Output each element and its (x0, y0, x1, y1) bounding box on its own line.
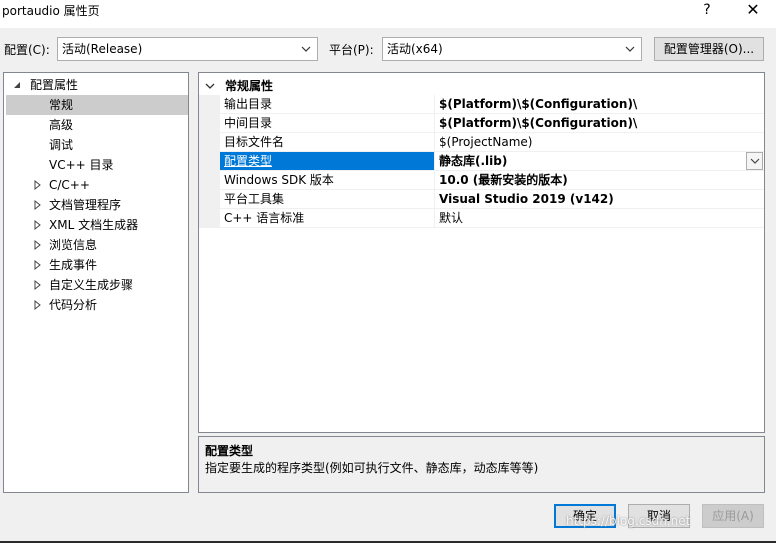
description-panel: 配置类型 指定要生成的程序类型(例如可执行文件、静态库，动态库等等) (198, 436, 765, 493)
tree-item-browse-info[interactable]: 浏览信息 (6, 235, 188, 255)
divider (434, 209, 435, 228)
property-value[interactable]: Visual Studio 2019 (v142) (439, 190, 739, 208)
property-tree: 配置属性 常规 高级 调试 VC++ 目录 C/C++ 文档管理程序 XML 文… (3, 72, 189, 493)
config-dropdown-value: 活动(Release) (62, 42, 143, 56)
tree-item-config-properties[interactable]: 配置属性 (6, 75, 188, 95)
chevron-down-icon (750, 158, 759, 164)
tree-item-label: 代码分析 (49, 298, 98, 312)
tree-item-build-events[interactable]: 生成事件 (6, 255, 188, 275)
tree-item-label: 配置属性 (30, 78, 79, 92)
property-value[interactable]: 静态库(.lib) (439, 152, 739, 170)
property-name: 配置类型 (224, 154, 273, 168)
property-row-windows-sdk[interactable]: Windows SDK 版本 10.0 (最新安装的版本) (220, 171, 764, 190)
tree-item-label: 浏览信息 (49, 238, 98, 252)
property-row-output-dir[interactable]: 输出目录 $(Platform)\$(Configuration)\ (220, 95, 764, 114)
tree-item-xml-doc-generator[interactable]: XML 文档生成器 (6, 215, 188, 235)
description-title: 配置类型 (205, 444, 254, 458)
config-dropdown[interactable]: 活动(Release) (57, 37, 318, 61)
property-name: 输出目录 (224, 97, 273, 111)
triangle-right-icon[interactable] (34, 295, 44, 323)
close-button[interactable]: ✕ (730, 0, 776, 22)
property-name: 中间目录 (224, 116, 273, 130)
tree-item-debugging[interactable]: 调试 (6, 135, 188, 155)
property-name: 平台工具集 (224, 192, 285, 206)
watermark: https://blog.csdn.net (566, 514, 691, 528)
property-name: Windows SDK 版本 (224, 173, 334, 187)
property-row-cpp-standard[interactable]: C++ 语言标准 默认 (220, 209, 764, 228)
property-name: C++ 语言标准 (224, 211, 305, 225)
property-value[interactable]: 默认 (439, 209, 739, 227)
grid-gutter (199, 95, 220, 228)
description-text: 指定要生成的程序类型(例如可执行文件、静态库，动态库等等) (205, 461, 539, 475)
apply-button[interactable]: 应用(A) (702, 504, 764, 528)
property-dropdown-button[interactable] (746, 152, 763, 170)
tree-item-custom-build-step[interactable]: 自定义生成步骤 (6, 275, 188, 295)
property-row-configuration-type[interactable]: 配置类型 静态库(.lib) (220, 152, 764, 171)
property-value[interactable]: 10.0 (最新安装的版本) (439, 171, 739, 189)
tree-item-label: 高级 (49, 118, 74, 132)
config-label: 配置(C): (4, 43, 50, 57)
divider (434, 190, 435, 209)
divider (434, 114, 435, 133)
property-row-platform-toolset[interactable]: 平台工具集 Visual Studio 2019 (v142) (220, 190, 764, 209)
property-value[interactable]: $(Platform)\$(Configuration)\ (439, 114, 739, 132)
tree-item-label: VC++ 目录 (49, 158, 114, 172)
platform-dropdown[interactable]: 活动(x64) (382, 37, 642, 61)
property-row-intermediate-dir[interactable]: 中间目录 $(Platform)\$(Configuration)\ (220, 114, 764, 133)
property-grid: 常规属性 输出目录 $(Platform)\$(Configuration)\ … (198, 72, 765, 433)
property-row-target-name[interactable]: 目标文件名 $(ProjectName) (220, 133, 764, 152)
divider (434, 95, 435, 114)
help-button[interactable]: ? (684, 0, 730, 22)
tree-item-label: 生成事件 (49, 258, 98, 272)
tree-item-doc-manager[interactable]: 文档管理程序 (6, 195, 188, 215)
tree-item-label: 调试 (49, 138, 74, 152)
property-name: 目标文件名 (224, 135, 285, 149)
divider (434, 133, 435, 152)
property-value[interactable]: $(ProjectName) (439, 133, 739, 151)
tree-item-label: 自定义生成步骤 (49, 278, 134, 292)
title-bar: portaudio 属性页 ? ✕ (0, 0, 776, 28)
tree-item-label: 文档管理程序 (49, 198, 122, 212)
platform-dropdown-value: 活动(x64) (387, 42, 443, 56)
divider (434, 152, 435, 171)
tree-item-label: XML 文档生成器 (49, 218, 139, 232)
tree-item-general[interactable]: 常规 (6, 95, 188, 115)
tree-item-label: C/C++ (49, 178, 90, 192)
category-general-properties[interactable]: 常规属性 (199, 77, 764, 95)
config-manager-button[interactable]: 配置管理器(O)... (654, 37, 764, 61)
tree-item-label: 常规 (49, 98, 74, 112)
tree-item-c-cpp[interactable]: C/C++ (6, 175, 188, 195)
chevron-down-icon (625, 38, 635, 69)
property-value[interactable]: $(Platform)\$(Configuration)\ (439, 95, 739, 113)
category-label: 常规属性 (225, 79, 274, 93)
tree-item-code-analysis[interactable]: 代码分析 (6, 295, 188, 315)
platform-label: 平台(P): (329, 43, 374, 57)
tree-item-vc-directories[interactable]: VC++ 目录 (6, 155, 188, 175)
chevron-down-icon (301, 38, 311, 69)
window-title: portaudio 属性页 (2, 4, 100, 18)
tree-item-advanced[interactable]: 高级 (6, 115, 188, 135)
divider (434, 171, 435, 190)
